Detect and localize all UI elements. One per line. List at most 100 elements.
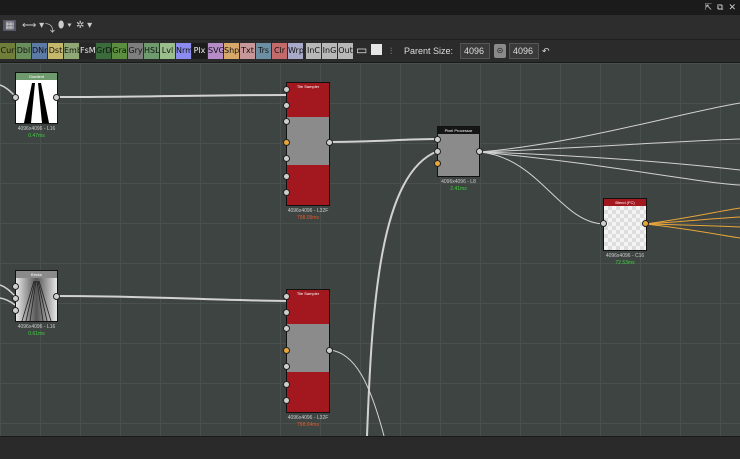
node-time: 798.04ms — [297, 422, 319, 428]
tile2-input-port[interactable] — [283, 381, 290, 388]
node-type-chip-lvl[interactable]: Lvl — [160, 43, 175, 59]
tile1-input-port[interactable] — [283, 155, 290, 162]
node-time: 72.53ms — [615, 260, 635, 266]
node-type-chip-clr[interactable]: Clr — [272, 43, 287, 59]
node-type-chip-svg[interactable]: SVG — [208, 43, 225, 59]
node-type-chip-hsl[interactable]: HSL — [144, 43, 160, 59]
close-icon[interactable]: ✕ — [728, 2, 736, 13]
bricks-input-port[interactable] — [12, 295, 19, 302]
tile1-input-port[interactable] — [283, 173, 290, 180]
blend-thumbnail — [604, 206, 646, 250]
node-type-chip-plx[interactable]: Plx — [192, 43, 207, 59]
node-blend[interactable]: Blend (FC) — [603, 198, 647, 251]
maximize-icon[interactable]: ⧉ — [717, 2, 723, 13]
wire-tile1-to-pixel — [329, 138, 439, 143]
tile1-input-port[interactable] — [283, 102, 290, 109]
node-pixel-processor[interactable]: Pixel Processor — [437, 126, 480, 177]
graph-canvas[interactable]: Gradient 4096x4096 - L16 0.47ms Tile Sam… — [0, 63, 740, 436]
pixel-input-port[interactable] — [434, 136, 441, 143]
pixel-input-port[interactable] — [434, 148, 441, 155]
node-info: 4096x4096 - L8 — [441, 179, 476, 185]
frame-icon[interactable] — [371, 44, 382, 55]
node-info: 4096x4096 - L16 — [17, 126, 56, 132]
graph-toolbar: ▦ ⟷ ▾ ⤵ ⬮ ▾ ✲ ▾ — [0, 15, 740, 40]
bake-dropdown-icon[interactable]: ⬮ ▾ — [58, 20, 72, 31]
node-type-chip-dnr[interactable]: DNr — [32, 43, 47, 59]
reset-size-icon[interactable]: ↶ — [542, 43, 550, 59]
tile1-input-port[interactable] — [283, 139, 290, 146]
wire-gradient-to-tile1 — [56, 94, 288, 98]
node-bricks[interactable]: Bricks — [15, 270, 58, 322]
wire-up-to-pixel — [366, 150, 439, 436]
undock-icon[interactable]: ⇱ — [704, 2, 712, 13]
node-type-chip-dst[interactable]: Dst — [48, 43, 63, 59]
link-size-icon[interactable]: ⊝ — [494, 44, 506, 58]
status-bar — [0, 436, 740, 459]
wire-pixel-to-blend — [479, 151, 605, 225]
tile2-input-port[interactable] — [283, 347, 290, 354]
pixel-output-port[interactable] — [476, 148, 483, 155]
tile2-input-port[interactable] — [283, 293, 290, 300]
parent-size-label: Parent Size: — [404, 46, 454, 56]
gradient-output-port[interactable] — [53, 94, 60, 101]
node-time: 798.09ms — [297, 215, 319, 221]
parent-size-select[interactable]: 4096 ▾ — [460, 43, 490, 71]
node-type-chip-gra[interactable]: Gra — [112, 43, 127, 59]
node-gradient[interactable]: Gradient — [15, 72, 58, 124]
bricks-input-port[interactable] — [12, 307, 19, 314]
output-size-select[interactable]: 4096 ▾ — [509, 43, 539, 71]
node-type-chip-gry[interactable]: Gry — [128, 43, 143, 59]
node-type-chip-ing[interactable]: InG — [322, 43, 337, 59]
pixel-input-port[interactable] — [434, 160, 441, 167]
node-tile-sampler-2[interactable]: Tile Sampler — [286, 289, 330, 413]
tile2-output-port[interactable] — [326, 347, 333, 354]
node-title: Bricks — [16, 271, 57, 278]
node-type-chip-emb[interactable]: Emb — [64, 43, 82, 59]
pin-icon[interactable]: ⫶ — [390, 43, 392, 59]
node-type-chip-out[interactable]: Out — [338, 43, 353, 59]
settings-dropdown-icon[interactable]: ✲ ▾ — [76, 20, 92, 31]
node-title: Pixel Processor — [438, 127, 479, 134]
node-type-chip-wrp[interactable]: Wrp — [288, 43, 304, 59]
window-controls: ⇱ ⧉ ✕ — [704, 2, 736, 13]
tile2-input-port[interactable] — [283, 309, 290, 316]
node-type-chip-fsm[interactable]: FsM — [80, 43, 96, 59]
blend-input-port[interactable] — [600, 220, 607, 227]
node-type-chip-nrm[interactable]: Nrm — [176, 43, 193, 59]
node-info: 4096x4096 - L32F — [287, 415, 329, 421]
node-type-chip-shp[interactable]: Shp — [224, 43, 239, 59]
connect-icon[interactable]: ⤵ — [45, 20, 55, 35]
node-info: 4096x4096 - L16 — [17, 324, 56, 330]
node-type-chip-dbl[interactable]: Dbl — [16, 43, 31, 59]
tile2-input-port[interactable] — [283, 397, 290, 404]
node-tile-sampler-1[interactable]: Tile Sampler — [286, 82, 330, 206]
node-title: Tile Sampler — [287, 290, 329, 297]
layout-icon[interactable]: ▦ — [3, 20, 17, 31]
align-dropdown-icon[interactable]: ⟷ ▾ — [22, 20, 44, 31]
tile1-input-port[interactable] — [283, 189, 290, 196]
tile1-input-port[interactable] — [283, 86, 290, 93]
wire-pixel-out-4 — [479, 151, 740, 186]
node-type-chip-inc[interactable]: InC — [306, 43, 321, 59]
bricks-input-port[interactable] — [12, 283, 19, 290]
tile1-output-port[interactable] — [326, 139, 333, 146]
title-bar: ⇱ ⧉ ✕ — [0, 0, 740, 15]
node-type-chip-cur[interactable]: Cur — [0, 43, 15, 59]
blend-output-port[interactable] — [642, 220, 649, 227]
tile2-input-port[interactable] — [283, 363, 290, 370]
tile2-input-port[interactable] — [283, 325, 290, 332]
wire-pixel-out-1 — [479, 102, 740, 153]
node-type-chip-trs[interactable]: Trs — [256, 43, 271, 59]
gradient-input-port[interactable] — [12, 94, 19, 101]
node-title: Gradient — [16, 73, 57, 80]
bricks-output-port[interactable] — [53, 293, 60, 300]
node-time: 2.41ms — [450, 186, 467, 192]
node-type-chip-txt[interactable]: Txt — [240, 43, 255, 59]
wire-bricks-to-tile2 — [56, 295, 288, 302]
node-type-chip-grd[interactable]: GrD — [96, 43, 112, 59]
tile1-input-port[interactable] — [283, 118, 290, 125]
wire-blend-out-1 — [645, 207, 740, 225]
tile-sampler-thumbnail — [287, 117, 329, 165]
wire-blend-out-2 — [645, 216, 740, 225]
comment-icon[interactable]: ▭ — [356, 43, 367, 57]
